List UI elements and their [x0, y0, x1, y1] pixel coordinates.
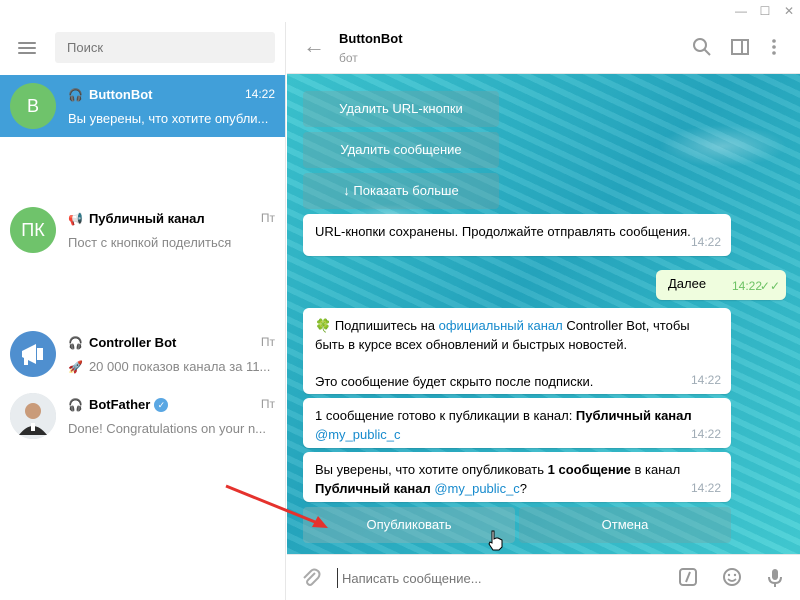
chat-header: ← ButtonBot бот	[287, 22, 800, 74]
more-vertical-icon[interactable]	[763, 37, 785, 59]
message-bubble: 1 сообщение готово к публикации в канал:…	[303, 398, 731, 448]
message-bubble: URL-кнопки сохранены. Продолжайте отправ…	[303, 214, 731, 256]
chat-preview: Вы уверены, что хотите опубли...	[68, 111, 269, 126]
outgoing-message-bubble: Далее 14:22 ✓✓	[656, 270, 786, 300]
paperclip-icon[interactable]	[301, 567, 321, 595]
chat-time: Пт	[260, 211, 275, 225]
read-checks-icon: ✓✓	[759, 279, 780, 293]
official-channel-link[interactable]: официальный канал	[439, 318, 563, 333]
back-arrow-icon[interactable]: ←	[303, 35, 325, 57]
chat-preview: 🚀 20 000 показов канала за 11...	[68, 359, 271, 374]
chat-item-botfather[interactable]: 🎧 BotFather ✓ Пт Done! Congratulations on …	[0, 385, 285, 447]
channel-username-link[interactable]: @my_public_c	[315, 427, 400, 442]
annotation-arrow-icon	[225, 484, 328, 528]
search-icon[interactable]	[691, 37, 713, 59]
bot-icon: 🎧	[68, 398, 83, 412]
chat-item-controller-bot[interactable]: 🎧 Controller Bot Пт 🚀 20 000 показов канал…	[0, 323, 285, 385]
avatar: ПК	[10, 207, 56, 253]
microphone-icon[interactable]	[764, 567, 786, 589]
chat-time: Пт	[260, 397, 275, 411]
window-title-bar: — ☐ ✕	[0, 0, 800, 22]
rocket-icon: 🚀	[68, 360, 83, 374]
close-icon[interactable]: ✕	[778, 0, 800, 22]
maximize-icon[interactable]: ☐	[754, 0, 776, 22]
chat-messages-area: Удалить URL-кнопки Удалить сообщение ↓ П…	[287, 74, 800, 554]
chat-item-public-channel[interactable]: ПК 📢 Публичный канал Пт Пост с кнопкой по…	[0, 199, 285, 261]
chat-title: 📢 Публичный канал	[68, 211, 205, 226]
message-input[interactable]	[337, 568, 667, 588]
minimize-icon[interactable]: —	[730, 0, 752, 22]
botfather-avatar-icon	[10, 393, 56, 439]
chat-preview: Done! Congratulations on your n...	[68, 421, 267, 436]
channel-username-link[interactable]: @my_public_c	[434, 481, 519, 496]
chat-time: 14:22	[244, 87, 275, 101]
delete-message-button[interactable]: Удалить сообщение	[303, 132, 499, 168]
sidebar-toggle-icon[interactable]	[729, 37, 751, 59]
show-more-button[interactable]: ↓ Показать больше	[303, 173, 499, 209]
delete-url-buttons-button[interactable]: Удалить URL-кнопки	[303, 91, 499, 127]
chat-header-title[interactable]: ButtonBot	[339, 31, 403, 46]
avatar: B	[10, 83, 56, 129]
chat-time: Пт	[260, 335, 275, 349]
message-bubble: Вы уверены, что хотите опубликовать 1 со…	[303, 452, 731, 502]
hamburger-menu-icon[interactable]	[18, 42, 36, 54]
bot-commands-icon[interactable]	[677, 567, 699, 589]
chat-item-buttonbot[interactable]: B 🎧 ButtonBot 14:22 Вы уверены, что хотит…	[0, 75, 285, 137]
chat-title: 🎧 ButtonBot	[68, 87, 153, 102]
chat-title: 🎧 Controller Bot	[68, 335, 177, 350]
chat-preview: Пост с кнопкой поделиться	[68, 235, 232, 250]
message-composer	[287, 554, 800, 600]
emoji-icon[interactable]	[721, 567, 743, 589]
bot-icon: 🎧	[68, 88, 83, 102]
megaphone-icon: 📢	[68, 212, 83, 226]
clover-icon: 🍀	[315, 318, 332, 333]
chat-header-subtitle: бот	[339, 51, 358, 65]
verified-icon: ✓	[154, 398, 169, 412]
cancel-button[interactable]: Отмена	[519, 507, 731, 543]
megaphone-avatar-icon	[10, 331, 56, 377]
chat-title: 🎧 BotFather ✓	[68, 397, 169, 412]
bot-icon: 🎧	[68, 336, 83, 350]
hand-cursor-icon	[487, 529, 505, 554]
search-input[interactable]	[55, 32, 275, 63]
message-bubble: 🍀 Подпишитесь на официальный канал Contr…	[303, 308, 731, 394]
